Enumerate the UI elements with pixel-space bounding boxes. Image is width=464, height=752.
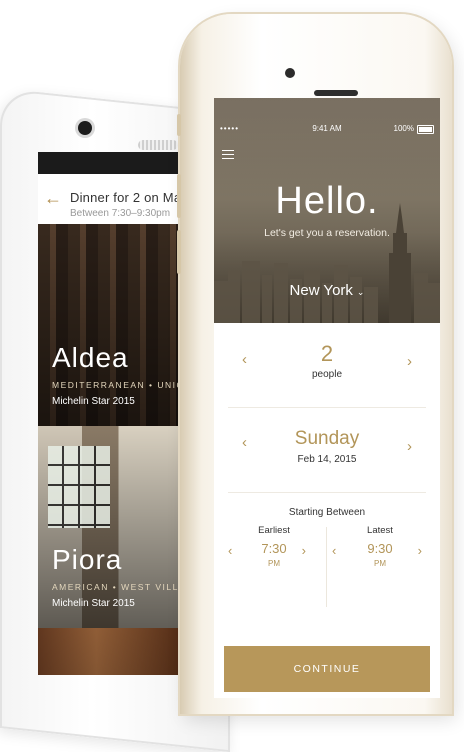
restaurant-name: Piora [52,544,123,575]
mute-switch [177,114,181,136]
restaurant-card-next[interactable] [38,628,184,675]
restaurant-cuisine: MEDITERRANEAN • UNION SQ [52,380,184,390]
results-header: ← Dinner for 2 on May 16 Between 7:30–9:… [38,174,184,224]
latest-label: Latest [367,525,393,536]
city-label: New York [289,282,353,299]
earliest-ampm: PM [268,559,280,568]
chevron-right-icon[interactable]: › [302,543,306,558]
volume-up-button [177,174,181,218]
restaurant-name: Aldea [52,342,129,373]
reservation-screen: ••••• 9:41 AM 100% Hello. Let's get you … [214,98,440,698]
front-camera [285,68,295,78]
chevron-down-icon: ⌄ [356,287,365,297]
restaurant-card-aldea[interactable]: Aldea MEDITERRANEAN • UNION SQ Michelin … [38,224,184,426]
earliest-label: Earliest [258,525,290,536]
time-range-picker: Starting Between Earliest 7:30 PM ‹ › La… [214,493,440,611]
continue-button[interactable]: CONTINUE [224,646,430,692]
city-selector[interactable]: New York ⌄ [214,282,440,299]
latest-time-picker: Latest 9:30 PM ‹ › [330,525,430,605]
results-subtitle: Between 7:30–9:30pm [70,208,171,219]
earliest-time: 7:30 [261,541,287,556]
back-phone-screen: ← Dinner for 2 on May 16 Between 7:30–9:… [38,152,184,675]
front-phone: ••••• 9:41 AM 100% Hello. Let's get you … [177,14,452,714]
date-picker: ‹ Sunday Feb 14, 2015 › [228,408,426,493]
battery-icon [417,125,434,134]
results-title: Dinner for 2 on May 16 [70,190,184,205]
restaurant-photo [48,446,110,528]
party-size-value: 2 [320,341,334,366]
latest-ampm: PM [374,559,386,568]
menu-icon[interactable] [222,150,234,160]
time-range-title: Starting Between [288,507,366,518]
restaurant-card-piora[interactable]: Piora AMERICAN • WEST VILLAGE Michelin S… [38,426,184,628]
chevron-right-icon[interactable]: › [407,353,412,370]
front-speaker [314,90,358,96]
hero-banner: ••••• 9:41 AM 100% Hello. Let's get you … [214,98,440,323]
restaurant-award: Michelin Star 2015 [52,598,135,609]
restaurant-cuisine: AMERICAN • WEST VILLAGE [52,582,184,592]
status-bar: ••••• 9:41 AM 100% [214,124,440,138]
volume-down-button [177,230,181,274]
chevron-right-icon[interactable]: › [418,543,422,558]
latest-time: 9:30 [367,541,393,556]
back-phone-speaker [138,140,178,150]
restaurant-award: Michelin Star 2015 [52,396,135,407]
chevron-right-icon[interactable]: › [407,438,412,455]
party-size-picker: ‹ 2 people › [228,323,426,408]
party-size-label: people [311,369,343,380]
back-phone-camera [78,121,92,135]
earliest-time-picker: Earliest 7:30 PM ‹ › [224,525,324,605]
back-arrow-icon[interactable]: ← [44,188,62,209]
greeting-heading: Hello. [275,180,379,222]
date-day: Sunday [294,428,360,449]
chevron-left-icon[interactable]: ‹ [228,543,232,558]
greeting-subtitle: Let's get you a reservation. [264,227,390,239]
back-status-bar [38,152,184,174]
chevron-left-icon[interactable]: ‹ [332,543,336,558]
date-value: Feb 14, 2015 [297,454,357,465]
time-divider [326,527,327,607]
battery-percent: 100% [393,124,414,133]
